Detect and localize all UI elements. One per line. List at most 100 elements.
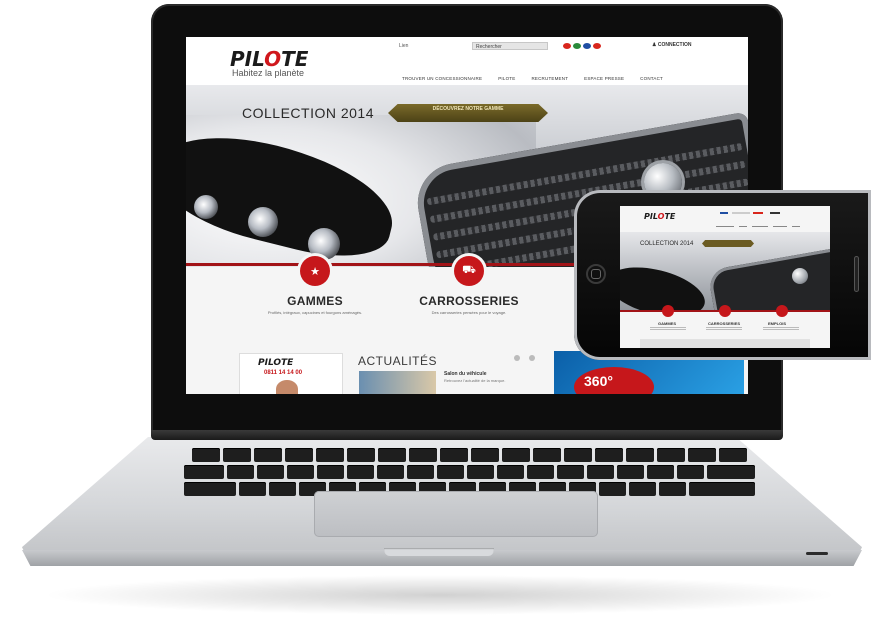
promo-button[interactable]: DÉCOUVREZ NOTRE GAMME: [388, 104, 548, 122]
carousel-dot[interactable]: [529, 355, 535, 361]
key: [226, 465, 254, 479]
key: [183, 482, 236, 496]
phone-site-logo[interactable]: PILOTE: [644, 212, 675, 221]
truck-icon[interactable]: [719, 305, 731, 317]
category-desc: Des carrosseries pensées pour le voyage.: [431, 310, 507, 315]
search-icon: [731, 212, 750, 214]
key: [556, 465, 584, 479]
phone-screen: PILOTE COLLECTION 2014 GAMMES CARROSSERI…: [620, 206, 830, 348]
nav-item[interactable]: [773, 226, 787, 227]
category-desc: Profilés, intégraux, capucines et fourgo…: [267, 310, 363, 315]
hero-title: COLLECTION 2014: [242, 105, 374, 121]
key: [501, 448, 530, 462]
category-desc: [706, 327, 742, 331]
key: [616, 465, 644, 479]
headlight-bulb: [194, 195, 218, 219]
key: [183, 465, 224, 479]
nav-item[interactable]: TROUVER UN CONCESSIONNAIRE: [402, 76, 482, 81]
hotline-ad[interactable]: PILOTE 0811 14 14 00: [239, 353, 343, 394]
key: [256, 465, 284, 479]
phone-hero-title: COLLECTION 2014: [640, 241, 694, 247]
trackpad[interactable]: [314, 491, 598, 537]
phone-speaker: [854, 256, 859, 292]
key: [687, 448, 716, 462]
category-title[interactable]: CARROSSERIES: [414, 294, 524, 308]
key: [658, 482, 686, 496]
key: [377, 448, 406, 462]
key: [268, 482, 296, 496]
category-title[interactable]: EMPLOIS: [768, 321, 786, 326]
flag-icon[interactable]: [563, 43, 571, 49]
key: [526, 465, 554, 479]
key: [656, 448, 685, 462]
ad-phone: 0811 14 14 00: [264, 370, 303, 376]
jobs-icon[interactable]: [776, 305, 788, 317]
account-label: CONNECTION: [657, 42, 692, 48]
key: [439, 448, 468, 462]
key: [286, 465, 314, 479]
nav-item[interactable]: [716, 226, 734, 227]
category-desc: [650, 327, 686, 331]
laptop-hinge: [151, 430, 783, 440]
news-headline[interactable]: Salon du véhicule: [444, 371, 487, 377]
key: [563, 448, 592, 462]
main-nav: TROUVER UN CONCESSIONNAIRE PILOTE RECRUT…: [402, 76, 663, 81]
status-led: [806, 552, 828, 555]
headlight-image: [620, 258, 710, 312]
key: [376, 465, 404, 479]
news-title: ACTUALITÉS: [358, 354, 438, 368]
carousel-dot[interactable]: [514, 355, 520, 361]
site-tagline: Habitez la planète: [232, 68, 305, 78]
news-thumbnail[interactable]: [359, 371, 436, 394]
nav-item[interactable]: [752, 226, 768, 227]
logo-text-main: PIL: [644, 212, 658, 221]
key: [316, 465, 344, 479]
phone-nav: [716, 226, 800, 227]
language-link[interactable]: Lien: [399, 43, 408, 49]
key: [470, 448, 499, 462]
ad-person-image: [276, 380, 298, 394]
grille-image: [707, 246, 830, 312]
category-title[interactable]: GAMMES: [658, 321, 676, 326]
key: [628, 482, 656, 496]
phone-promo-button[interactable]: [702, 240, 754, 247]
car-emblem: [792, 268, 808, 284]
category-title[interactable]: GAMMES: [270, 294, 360, 308]
logo-text-end: TE: [664, 212, 676, 221]
user-icon: [770, 212, 781, 214]
key: [346, 465, 374, 479]
language-flags: [563, 43, 601, 49]
nav-item[interactable]: RECRUTEMENT: [531, 76, 568, 81]
site-header: PILOTE Habitez la planète Lien Recherche…: [186, 37, 748, 85]
flag-icon[interactable]: [583, 43, 591, 49]
laptop-open-notch: [384, 548, 494, 556]
key: [688, 482, 755, 496]
account-link[interactable]: ♟ CONNECTION: [652, 42, 692, 48]
home-icon: [591, 269, 601, 279]
search-input[interactable]: Rechercher: [472, 42, 548, 50]
lang-icon: [720, 212, 728, 214]
nav-item[interactable]: CONTACT: [640, 76, 663, 81]
flag-icon[interactable]: [593, 43, 601, 49]
key: [676, 465, 704, 479]
headlight-bulb: [248, 207, 278, 237]
flag-icon[interactable]: [573, 43, 581, 49]
nav-item[interactable]: [739, 226, 747, 227]
key: [532, 448, 561, 462]
nav-item[interactable]: ESPACE PRESSE: [584, 76, 624, 81]
flag-icon: [753, 212, 764, 214]
key: [191, 448, 220, 462]
truck-icon[interactable]: ⛟: [454, 256, 484, 286]
key: [315, 448, 344, 462]
key: [718, 448, 747, 462]
key: [496, 465, 524, 479]
device-mockup-scene: PILOTE Habitez la planète Lien Recherche…: [0, 0, 871, 619]
gammes-icon[interactable]: ★: [300, 256, 330, 286]
key: [408, 448, 437, 462]
key: [706, 465, 755, 479]
gammes-icon[interactable]: [662, 305, 674, 317]
nav-item[interactable]: PILOTE: [498, 76, 515, 81]
key: [625, 448, 654, 462]
nav-item[interactable]: [792, 226, 800, 227]
category-title[interactable]: CARROSSERIES: [708, 321, 740, 326]
